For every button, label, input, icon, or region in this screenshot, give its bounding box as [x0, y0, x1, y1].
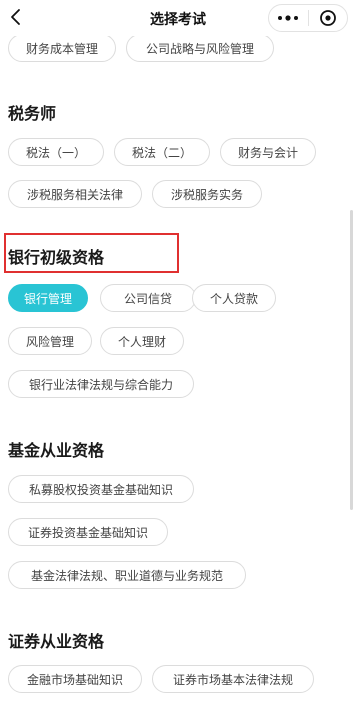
exam-pill-corporate-strategy-risk[interactable]: 公司战略与风险管理: [126, 34, 274, 62]
section-title-bank-junior: 银行初级资格: [8, 248, 105, 267]
exam-pill-financial-market-basics[interactable]: 金融市场基础知识: [8, 665, 142, 693]
exam-pill-securities-fund-basics[interactable]: 证券投资基金基础知识: [8, 518, 168, 546]
mini-program-capsule: [268, 4, 348, 32]
section-title-securities-qualification: 证券从业资格: [8, 632, 105, 651]
section-title-tax-agent: 税务师: [8, 104, 57, 123]
exam-pill-corporate-credit[interactable]: 公司信贷: [100, 284, 196, 312]
exam-pill-tax-law-2[interactable]: 税法（二）: [114, 138, 210, 166]
section-title-fund-qualification: 基金从业资格: [8, 441, 105, 460]
exam-pill-personal-finance[interactable]: 个人理财: [100, 327, 184, 355]
exam-pill-tax-law-1[interactable]: 税法（一）: [8, 138, 104, 166]
exam-pill-private-equity-fund[interactable]: 私募股权投资基金基础知识: [8, 475, 194, 503]
exam-pill-financial-cost-management[interactable]: 财务成本管理: [8, 34, 116, 62]
exam-pill-finance-accounting[interactable]: 财务与会计: [220, 138, 316, 166]
exam-pill-bank-management[interactable]: 银行管理: [8, 284, 88, 312]
exam-pill-tax-related-law[interactable]: 涉税服务相关法律: [8, 180, 142, 208]
exam-pill-tax-practice[interactable]: 涉税服务实务: [152, 180, 262, 208]
scrollbar[interactable]: [350, 210, 353, 510]
exam-pill-banking-law[interactable]: 银行业法律法规与综合能力: [8, 370, 194, 398]
exam-pill-personal-loan[interactable]: 个人贷款: [192, 284, 276, 312]
target-circle-icon[interactable]: [309, 5, 348, 31]
exam-pill-securities-market-law[interactable]: 证券市场基本法律法规: [152, 665, 314, 693]
exam-pill-fund-law-ethics[interactable]: 基金法律法规、职业道德与业务规范: [8, 561, 246, 589]
more-dots-icon[interactable]: [269, 5, 308, 31]
exam-pill-risk-management[interactable]: 风险管理: [8, 327, 92, 355]
navigation-bar: 选择考试: [0, 0, 356, 36]
